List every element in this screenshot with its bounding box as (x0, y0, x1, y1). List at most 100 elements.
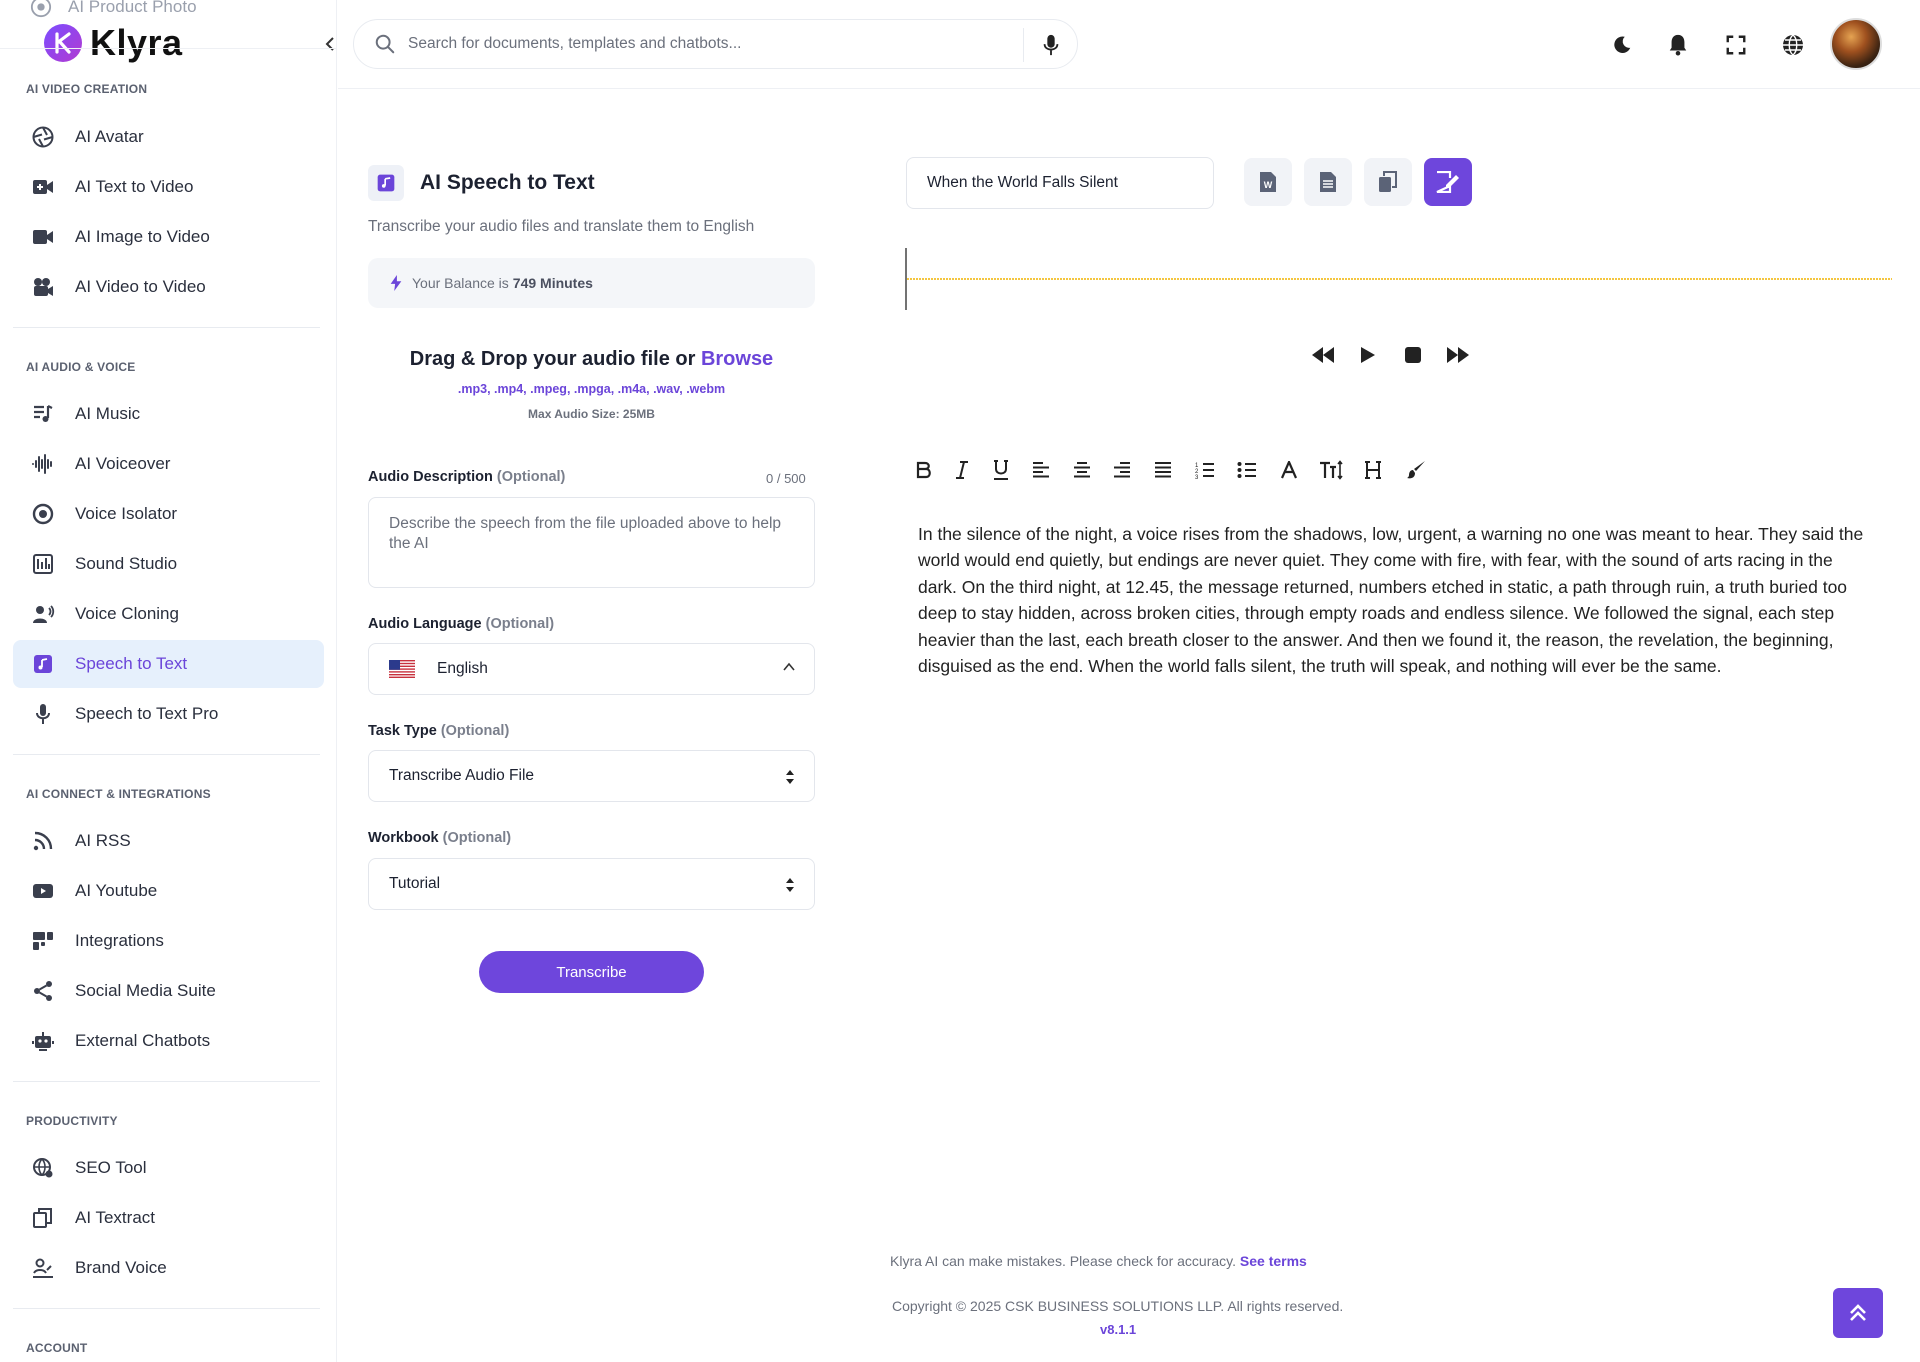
audio-waveform[interactable] (905, 248, 1892, 310)
italic-button[interactable] (947, 455, 977, 485)
search-box[interactable] (353, 19, 1078, 69)
sidebar-item-ai-image-to-video[interactable]: AI Image to Video (13, 213, 324, 261)
font-color-button[interactable] (1274, 455, 1304, 485)
section-title-ai-connect: AI CONNECT & INTEGRATIONS (26, 787, 211, 801)
bullet-list-icon (1237, 462, 1256, 478)
fullscreen-icon (1726, 35, 1746, 55)
workbook-select[interactable]: Tutorial (368, 858, 815, 910)
justify-button[interactable] (1148, 455, 1178, 485)
app-root: AI Product Photo Klyra AI VIDEO CREATION… (0, 0, 1920, 1362)
workbook-label-text: Workbook (368, 830, 439, 846)
font-size-button[interactable] (1316, 455, 1346, 485)
language-button[interactable] (1779, 31, 1807, 59)
sidebar-item-label: SEO Tool (75, 1158, 147, 1177)
sidebar-item-ai-voiceover[interactable]: AI Voiceover (13, 440, 324, 488)
audio-dropzone[interactable]: Drag & Drop your audio file or Browse .m… (368, 348, 815, 421)
copy-text-button[interactable] (1364, 158, 1412, 206)
sidebar-item-ai-rss[interactable]: AI RSS (13, 817, 324, 865)
align-right-icon (1114, 462, 1130, 478)
sidebar-item-voice-cloning[interactable]: Voice Cloning (13, 590, 324, 638)
sidebar-item-ai-textract[interactable]: AI Textract (13, 1194, 324, 1242)
sidebar-collapse-button[interactable] (322, 34, 336, 54)
sidebar-item-speech-to-text[interactable]: Speech to Text (13, 640, 324, 688)
align-left-icon (1033, 462, 1049, 478)
audio-description-field[interactable] (368, 497, 815, 588)
sidebar-item-seo-tool[interactable]: SEO Tool (13, 1144, 324, 1192)
studio-icon (33, 554, 53, 574)
music-file-icon (368, 165, 404, 201)
scroll-to-top-button[interactable] (1833, 1288, 1883, 1338)
align-right-button[interactable] (1107, 455, 1137, 485)
voice-search-button[interactable] (1023, 28, 1077, 62)
video-camera-icon (33, 230, 53, 244)
sidebar-item-ai-product-photo[interactable]: AI Product Photo (30, 0, 197, 18)
ordered-list-button[interactable]: 123 (1190, 455, 1220, 485)
divider (0, 48, 336, 49)
export-text-button[interactable] (1304, 158, 1352, 206)
version-label: v8.1.1 (1100, 1322, 1137, 1337)
sidebar-item-ai-avatar[interactable]: AI Avatar (13, 113, 324, 161)
double-chevron-up-icon (1850, 1304, 1866, 1321)
microphone-icon (36, 704, 50, 724)
browse-link[interactable]: Browse (701, 348, 773, 370)
page-title: AI Speech to Text (420, 171, 595, 194)
stop-button[interactable] (1398, 340, 1428, 370)
sidebar: AI Product Photo Klyra AI VIDEO CREATION… (0, 0, 337, 1362)
play-button[interactable] (1353, 340, 1383, 370)
export-word-button[interactable]: W (1244, 158, 1292, 206)
rewind-button[interactable] (1308, 340, 1338, 370)
balance-label: Your Balance is (412, 275, 509, 291)
sidebar-item-ai-video-to-video[interactable]: AI Video to Video (13, 263, 324, 311)
search-input[interactable] (408, 35, 1018, 53)
sidebar-item-label: AI RSS (75, 831, 131, 850)
bold-button[interactable] (909, 455, 939, 485)
sidebar-item-label: AI Voiceover (75, 454, 171, 473)
underline-button[interactable] (986, 455, 1016, 485)
text-file-icon (1320, 172, 1336, 192)
share-icon (34, 981, 52, 1001)
chevron-left-icon (325, 37, 334, 51)
task-label-text: Task Type (368, 723, 437, 739)
search-icon (375, 34, 395, 54)
copy-icon (1379, 171, 1397, 192)
globe-gear-icon (33, 1158, 53, 1178)
transcript-editor[interactable]: In the silence of the night, a voice ris… (918, 521, 1874, 679)
font-icon (1280, 461, 1298, 479)
sidebar-item-ai-text-to-video[interactable]: AI Text to Video (13, 163, 324, 211)
notifications-button[interactable] (1664, 31, 1692, 59)
format-paint-button[interactable] (1401, 455, 1431, 485)
sidebar-item-brand-voice[interactable]: Brand Voice (13, 1244, 324, 1292)
see-terms-link[interactable]: See terms (1240, 1253, 1307, 1269)
language-select[interactable]: English (368, 643, 815, 695)
save-edit-button[interactable] (1424, 158, 1472, 206)
brand-logo[interactable]: Klyra (44, 22, 183, 64)
video-plus-icon (33, 180, 53, 194)
optional-tag: (Optional) (442, 830, 512, 846)
align-center-button[interactable] (1067, 455, 1097, 485)
user-avatar[interactable] (1830, 18, 1882, 70)
sidebar-item-label: AI Avatar (75, 127, 144, 146)
sidebar-item-label: AI Product Photo (68, 0, 197, 16)
transcribe-button[interactable]: Transcribe (479, 951, 704, 993)
sidebar-item-sound-studio[interactable]: Sound Studio (13, 540, 324, 588)
sidebar-item-ai-youtube[interactable]: AI Youtube (13, 867, 324, 915)
task-type-select[interactable]: Transcribe Audio File (368, 750, 815, 802)
dark-mode-toggle[interactable] (1608, 31, 1636, 59)
document-title-input[interactable] (906, 157, 1214, 209)
target-icon (32, 503, 54, 525)
align-left-button[interactable] (1026, 455, 1056, 485)
fast-forward-button[interactable] (1443, 340, 1473, 370)
bullet-list-button[interactable] (1232, 455, 1262, 485)
sidebar-item-external-chatbots[interactable]: External Chatbots (13, 1017, 324, 1065)
tool-header: AI Speech to Text (368, 165, 595, 201)
sidebar-item-label: Speech to Text Pro (75, 704, 219, 723)
sidebar-item-ai-music[interactable]: AI Music (13, 390, 324, 438)
sort-arrows-icon (786, 770, 794, 784)
sidebar-item-social-media-suite[interactable]: Social Media Suite (13, 967, 324, 1015)
sidebar-item-speech-to-text-pro[interactable]: Speech to Text Pro (13, 690, 324, 738)
sidebar-item-voice-isolator[interactable]: Voice Isolator (13, 490, 324, 538)
paint-brush-icon (1407, 461, 1425, 479)
fullscreen-button[interactable] (1722, 31, 1750, 59)
sidebar-item-integrations[interactable]: Integrations (13, 917, 324, 965)
heading-button[interactable] (1358, 455, 1388, 485)
